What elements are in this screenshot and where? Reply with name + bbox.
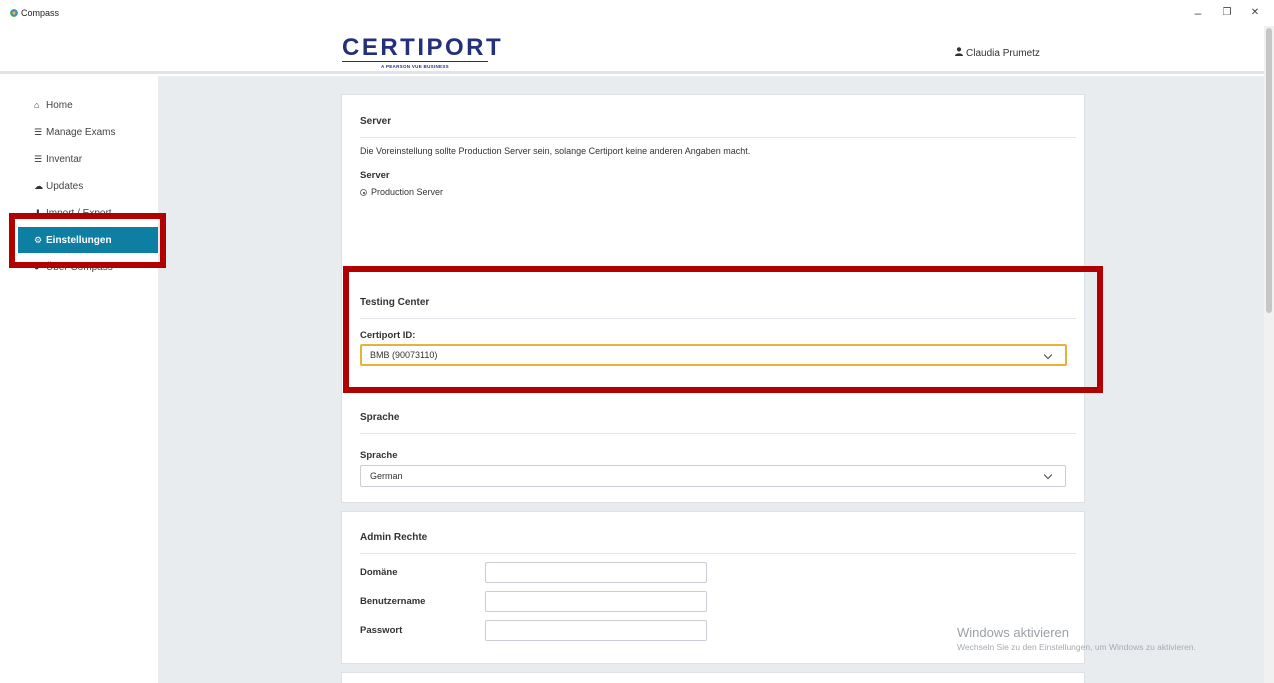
- radio-selected-icon: [360, 189, 367, 196]
- sprache-section-title: Sprache: [360, 412, 400, 423]
- logo-divider: [342, 61, 488, 62]
- user-menu[interactable]: Claudia Prumetz: [955, 47, 1040, 59]
- window-title: Compass: [21, 8, 60, 18]
- sidebar-item-label: Inventar: [46, 154, 83, 165]
- section-divider: [360, 137, 1076, 138]
- app-header: CERTIPORT A PEARSON VUE BUSINESS Claudia…: [0, 26, 1264, 74]
- compass-app-icon: [10, 9, 18, 17]
- windows-activation-title: Windows aktivieren: [957, 625, 1069, 640]
- sprache-field-label: Sprache: [360, 450, 398, 461]
- server-description: Die Voreinstellung sollte Production Ser…: [360, 146, 751, 156]
- sidebar-item-inventar[interactable]: ☰ Inventar: [18, 146, 158, 172]
- sidebar-item-manage-exams[interactable]: ☰ Manage Exams: [18, 119, 158, 145]
- sidebar-item-updates[interactable]: ☁ Updates: [18, 173, 158, 199]
- minimize-button[interactable]: –: [1187, 4, 1209, 22]
- server-section-title: Server: [360, 116, 392, 127]
- user-name: Claudia Prumetz: [966, 48, 1040, 59]
- username-label: Benutzername: [360, 596, 426, 607]
- sidebar: ⌂ Home ☰ Manage Exams ☰ Inventar ☁ Updates ⬇…: [18, 76, 158, 683]
- highlight-box-sidebar: [9, 213, 166, 268]
- sidebar-item-label: Updates: [46, 181, 84, 192]
- restore-button[interactable]: ❐: [1216, 4, 1238, 22]
- sidebar-item-label: Manage Exams: [46, 127, 116, 138]
- windows-activation-text: Wechseln Sie zu den Einstellungen, um Wi…: [957, 642, 1196, 652]
- sidebar-item-home[interactable]: ⌂ Home: [18, 92, 158, 118]
- user-icon: [955, 47, 963, 59]
- domain-label: Domäne: [360, 567, 398, 578]
- highlight-box-testing-center: [343, 266, 1103, 393]
- section-divider: [360, 433, 1076, 434]
- logo-text: CERTIPORT: [342, 34, 504, 61]
- cloud-upload-icon: ☁: [34, 181, 43, 191]
- vertical-scrollbar[interactable]: [1264, 26, 1274, 683]
- password-label: Passwort: [360, 625, 403, 636]
- list-icon: ☰: [34, 127, 43, 137]
- admin-section-title: Admin Rechte: [360, 532, 428, 543]
- language-value: German: [370, 471, 403, 481]
- list-icon: ☰: [34, 154, 43, 164]
- language-select[interactable]: German: [360, 465, 1066, 487]
- section-divider: [360, 553, 1076, 554]
- password-field[interactable]: [485, 620, 707, 641]
- window-titlebar: Compass – ❐ ✕: [0, 0, 1274, 26]
- next-settings-card: [341, 672, 1085, 683]
- certiport-logo: CERTIPORT A PEARSON VUE BUSINESS: [342, 34, 504, 72]
- chevron-down-icon: [1043, 470, 1053, 480]
- radio-label: Production Server: [371, 187, 444, 197]
- server-field-label: Server: [360, 170, 390, 181]
- close-button[interactable]: ✕: [1244, 4, 1266, 22]
- domain-field[interactable]: [485, 562, 707, 583]
- home-icon: ⌂: [34, 100, 40, 110]
- logo-subtitle: A PEARSON VUE BUSINESS: [381, 64, 449, 69]
- scrollbar-thumb[interactable]: [1266, 28, 1272, 313]
- production-server-radio[interactable]: Production Server: [360, 187, 443, 197]
- username-field[interactable]: [485, 591, 707, 612]
- sidebar-item-label: Home: [46, 100, 73, 111]
